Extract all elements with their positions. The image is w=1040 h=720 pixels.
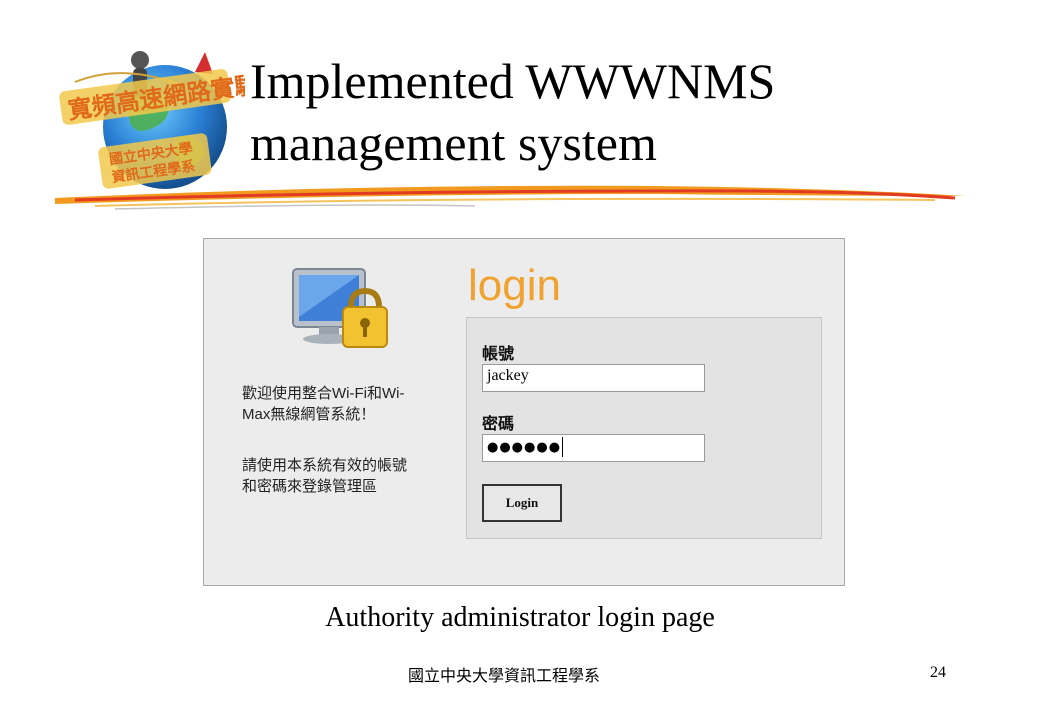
welcome-line2: Max無線網管系統！ <box>242 406 376 423</box>
password-value: ●●●●●● <box>487 440 562 455</box>
slide-title-line2: management system <box>250 115 657 171</box>
welcome-line1: 歡迎使用整合Wi-Fi和Wi- <box>242 385 405 402</box>
password-label: 密碼 <box>482 416 515 433</box>
text-cursor <box>562 437 564 458</box>
account-input[interactable]: jackey <box>482 364 705 392</box>
account-label: 帳號 <box>482 346 515 363</box>
globe-logo-icon: 寬頻高速網路實驗 國立中央大學 資訊工程學系 <box>59 51 245 189</box>
monitor-lock-icon <box>292 268 388 348</box>
footer-department: 國立中央大學資訊工程學系 <box>408 666 601 685</box>
instruction-line2: 和密碼來登錄管理區 <box>242 478 378 495</box>
slide-caption: Authority administrator login page <box>325 602 715 633</box>
welcome-text: 歡迎使用整合Wi-Fi和Wi- Max無線網管系統！ <box>242 383 452 425</box>
login-heading: login <box>468 261 561 310</box>
account-value: jackey <box>487 367 529 384</box>
login-button[interactable]: Login <box>482 484 562 522</box>
decorative-swoosh <box>55 185 965 210</box>
login-panel: login 歡迎使用整合Wi-Fi和Wi- Max無線網管系統！ 請使用本系統有… <box>203 238 845 586</box>
password-input[interactable]: ●●●●●● <box>482 434 705 462</box>
instruction-text: 請使用本系統有效的帳號 和密碼來登錄管理區 <box>242 455 452 497</box>
slide-title-line1: Implemented WWWNMS <box>250 53 776 109</box>
page-number: 24 <box>930 664 946 681</box>
instruction-line1: 請使用本系統有效的帳號 <box>242 457 408 474</box>
slide-title: Implemented WWWNMS management system <box>250 50 775 174</box>
login-form: 帳號 jackey 密碼 ●●●●●● Login <box>466 317 822 539</box>
